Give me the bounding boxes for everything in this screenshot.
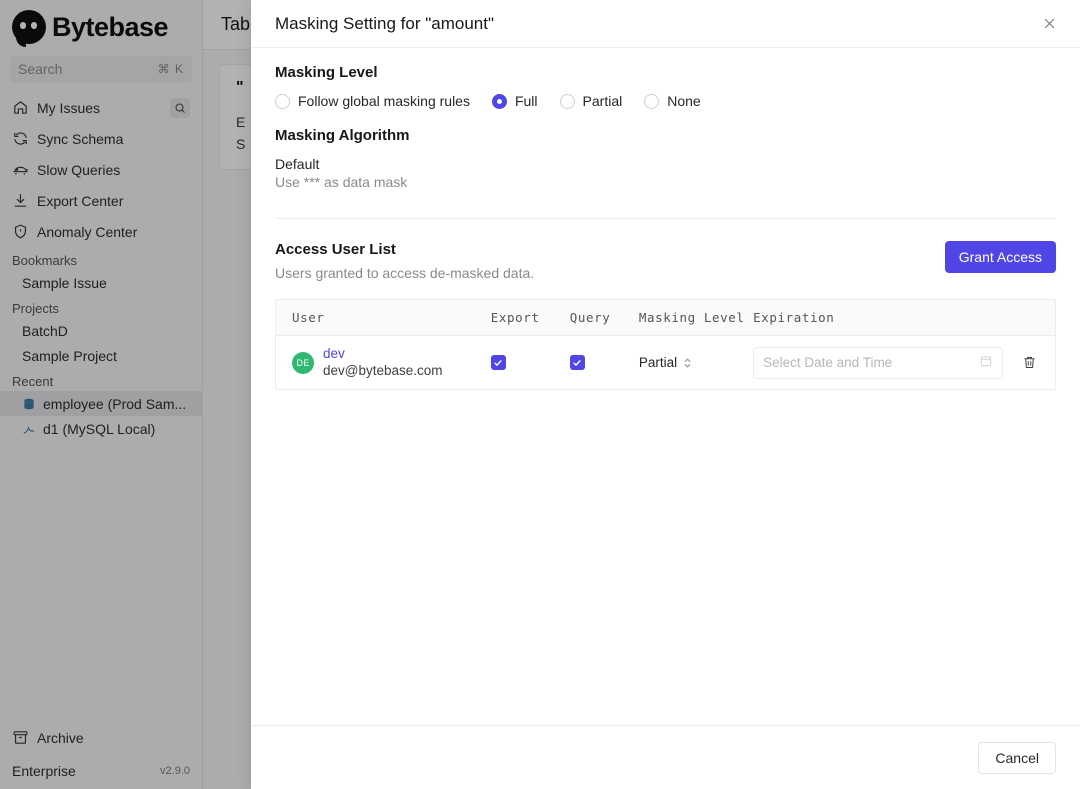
radio-label: Full	[514, 93, 538, 109]
access-user-list-subtitle: Users granted to access de-masked data.	[275, 265, 535, 281]
user-cell: DE dev dev@bytebase.com	[292, 346, 491, 379]
access-user-table: User Export Query Masking Level Expirati…	[275, 299, 1056, 390]
user-identity: dev dev@bytebase.com	[323, 346, 443, 379]
chevron-updown-icon	[683, 357, 692, 369]
masking-level-select[interactable]: Partial	[639, 355, 753, 370]
dialog-title: Masking Setting for "amount"	[275, 13, 495, 33]
app-root: Bytebase Search ⌘ K My Issues Sync Schem…	[0, 0, 1080, 789]
radio-indicator	[275, 93, 290, 109]
cancel-button[interactable]: Cancel	[978, 741, 1056, 774]
column-header-masking-level: Masking Level	[638, 299, 754, 336]
radio-none[interactable]: None	[644, 93, 701, 109]
masking-level-heading: Masking Level	[275, 64, 378, 81]
column-header-query: Query	[569, 299, 639, 336]
expiration-placeholder: Select Date and Time	[763, 355, 893, 370]
column-header-expiration: Expiration	[753, 299, 1004, 336]
user-name-link[interactable]: dev	[323, 346, 443, 362]
masking-algorithm-heading: Masking Algorithm	[275, 127, 410, 144]
dialog-footer: Cancel	[251, 725, 1080, 789]
query-checkbox[interactable]	[569, 355, 585, 370]
radio-indicator-selected	[491, 93, 507, 109]
cell-user: DE dev dev@bytebase.com	[276, 336, 491, 390]
section-divider	[275, 218, 1056, 219]
column-header-user: User	[275, 299, 491, 336]
radio-label: Follow global masking rules	[298, 93, 470, 109]
masking-level-radio-group: Follow global masking rules Full Partial…	[275, 93, 1056, 109]
dialog-header: Masking Setting for "amount"	[251, 0, 1080, 48]
access-user-list-title: Access User List	[275, 241, 396, 258]
trash-icon[interactable]	[1003, 355, 1055, 370]
access-user-list-header: Access User List Users granted to access…	[275, 241, 1056, 281]
dialog-body: Masking Level Follow global masking rule…	[251, 48, 1080, 725]
grant-access-button[interactable]: Grant Access	[944, 241, 1056, 273]
close-icon[interactable]	[1036, 11, 1062, 37]
radio-partial[interactable]: Partial	[559, 93, 623, 109]
cell-export	[490, 336, 570, 390]
access-user-list-text: Access User List Users granted to access…	[275, 241, 945, 281]
export-checkbox[interactable]	[490, 355, 506, 370]
cell-query	[569, 336, 639, 390]
masking-setting-dialog: Masking Setting for "amount" Masking Lev…	[251, 0, 1080, 789]
expiration-date-input[interactable]: Select Date and Time	[753, 346, 1004, 379]
radio-indicator	[559, 93, 575, 109]
radio-label: None	[667, 93, 701, 109]
cell-expiration: Select Date and Time	[753, 336, 1004, 390]
table-row: DE dev dev@bytebase.com Partial Select D…	[276, 336, 1056, 390]
radio-label: Partial	[582, 93, 623, 109]
access-table-body: DE dev dev@bytebase.com Partial Select D…	[276, 336, 1056, 390]
cell-masking-level: Partial	[639, 336, 753, 390]
column-header-actions	[1003, 299, 1056, 336]
radio-indicator	[644, 93, 660, 109]
column-header-export: Export	[490, 299, 570, 336]
user-email: dev@bytebase.com	[323, 363, 443, 378]
cell-actions	[1003, 336, 1055, 390]
masking-algorithm-name: Default	[275, 156, 320, 172]
masking-level-value: Partial	[638, 355, 678, 370]
radio-full[interactable]: Full	[491, 93, 538, 109]
calendar-icon	[979, 354, 993, 371]
masking-algorithm-description: Use *** as data mask	[275, 174, 408, 190]
avatar: DE	[292, 351, 314, 374]
table-header-row: User Export Query Masking Level Expirati…	[275, 299, 1056, 336]
access-table-head: User Export Query Masking Level Expirati…	[275, 299, 1056, 336]
radio-follow-global[interactable]: Follow global masking rules	[275, 93, 470, 109]
